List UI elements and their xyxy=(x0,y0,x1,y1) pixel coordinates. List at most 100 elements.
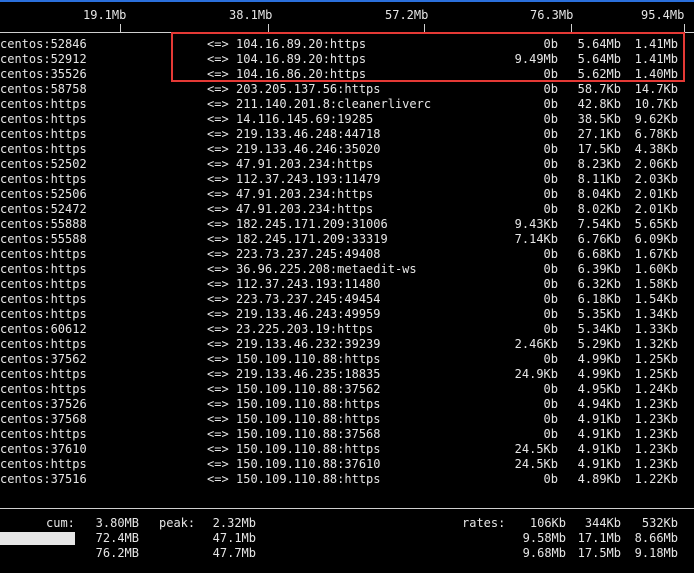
rate-40s: 1.23Kb xyxy=(634,397,678,411)
direction-arrow: <=> xyxy=(207,457,229,471)
source-host: centos:60612 xyxy=(0,322,87,336)
rate-10s: 17.1Mb xyxy=(577,531,621,545)
rate-10s: 8.02Kb xyxy=(577,202,621,216)
destination-host: 203.205.137.56:https xyxy=(236,82,381,96)
cum-value: 3.80MB xyxy=(95,516,139,530)
source-host: centos:55888 xyxy=(0,217,87,231)
rate-40s: 6.09Kb xyxy=(634,232,678,246)
rate-2s: 0b xyxy=(543,412,558,426)
rate-2s: 0b xyxy=(543,187,558,201)
destination-host: 223.73.237.245:49408 xyxy=(236,247,381,261)
rate-2s: 9.58Mb xyxy=(522,531,566,545)
rate-2s: 0b xyxy=(543,157,558,171)
cum-value: 72.4MB xyxy=(95,531,139,545)
cum-label: cum: xyxy=(46,516,75,530)
direction-arrow: <=> xyxy=(207,277,229,291)
rate-40s: 1.41Mb xyxy=(634,37,678,51)
rate-40s: 2.01Kb xyxy=(634,202,678,216)
bandwidth-scale: 19.1Mb 38.1Mb 57.2Mb 76.3Mb 95.4Mb xyxy=(0,4,694,34)
direction-arrow: <=> xyxy=(207,142,229,156)
source-host: centos:58758 xyxy=(0,82,87,96)
rate-10s: 8.11Kb xyxy=(577,172,621,186)
connection-row: centos:52472 <=> 47.91.203.234:https 0b 8.02… xyxy=(0,202,694,217)
connection-row: centos:52912 <=> 104.16.89.20:https 9.49Mb 5… xyxy=(0,52,694,67)
direction-arrow: <=> xyxy=(207,292,229,306)
rate-10s: 8.04Kb xyxy=(577,187,621,201)
rate-2s: 0b xyxy=(543,277,558,291)
connection-row: centos:60612 <=> 23.225.203.19:https 0b 5.34… xyxy=(0,322,694,337)
source-host: centos:52912 xyxy=(0,52,87,66)
connection-row: centos:55588 <=> 182.245.171.209:33319 7.14… xyxy=(0,232,694,247)
source-host: centos:https xyxy=(0,292,87,306)
connection-row: centos:37516 <=> 150.109.110.88:https 0b 4.8… xyxy=(0,472,694,487)
rate-40s: 8.66Mb xyxy=(634,531,678,545)
rate-40s: 1.67Kb xyxy=(634,247,678,261)
destination-host: 14.116.145.69:19285 xyxy=(236,112,374,126)
connection-row: centos:https <=> 223.73.237.245:49454 0b 6.1… xyxy=(0,292,694,307)
rate-40s: 1.40Mb xyxy=(634,67,678,81)
destination-host: 104.16.89.20:https xyxy=(236,37,367,51)
rates-label: rates: xyxy=(462,516,506,530)
direction-arrow: <=> xyxy=(207,442,229,456)
source-host: centos:https xyxy=(0,337,87,351)
destination-host: 150.109.110.88:https xyxy=(236,412,381,426)
rate-2s: 0b xyxy=(543,292,558,306)
rate-40s: 1.33Kb xyxy=(634,322,678,336)
direction-arrow: <=> xyxy=(207,472,229,486)
rate-10s: 6.32Kb xyxy=(577,277,621,291)
scale-label: 19.1Mb xyxy=(83,8,127,22)
direction-arrow: <=> xyxy=(207,52,229,66)
destination-host: 150.109.110.88:https xyxy=(236,397,381,411)
direction-arrow: <=> xyxy=(207,307,229,321)
rate-10s: 6.76Kb xyxy=(577,232,621,246)
connection-row: centos:https <=> 150.109.110.88:37562 0b 4.9… xyxy=(0,382,694,397)
connection-row: centos:https <=> 14.116.145.69:19285 0b 38.5… xyxy=(0,112,694,127)
scale-label: 95.4Mb xyxy=(641,8,685,22)
rate-2s: 0b xyxy=(543,307,558,321)
source-host: centos:https xyxy=(0,112,87,126)
direction-arrow: <=> xyxy=(207,37,229,51)
rate-40s: 5.65Kb xyxy=(634,217,678,231)
connection-row: centos:37568 <=> 150.109.110.88:https 0b 4.9… xyxy=(0,412,694,427)
direction-arrow: <=> xyxy=(207,127,229,141)
rate-2s: 0b xyxy=(543,82,558,96)
rate-2s: 24.5Kb xyxy=(514,442,558,456)
rate-10s: 5.35Kb xyxy=(577,307,621,321)
rate-2s: 0b xyxy=(543,202,558,216)
rate-10s: 4.91Kb xyxy=(577,412,621,426)
destination-host: 47.91.203.234:https xyxy=(236,202,374,216)
scale-axis-line xyxy=(0,32,694,33)
rate-2s: 9.43Kb xyxy=(514,217,558,231)
rate-10s: 4.95Kb xyxy=(577,382,621,396)
rate-40s: 14.7Kb xyxy=(634,82,678,96)
source-host: centos:35526 xyxy=(0,67,87,81)
destination-host: 150.109.110.88:https xyxy=(236,352,381,366)
source-host: centos:https xyxy=(0,382,87,396)
source-host: centos:https xyxy=(0,307,87,321)
connection-row: centos:37610 <=> 150.109.110.88:https 24.5K… xyxy=(0,442,694,457)
direction-arrow: <=> xyxy=(207,67,229,81)
rate-2s: 0b xyxy=(543,472,558,486)
direction-arrow: <=> xyxy=(207,382,229,396)
rate-2s: 24.5Kb xyxy=(514,457,558,471)
rate-40s: 4.38Kb xyxy=(634,142,678,156)
connection-row: centos:https <=> 150.109.110.88:37568 0b 4.9… xyxy=(0,427,694,442)
source-host: centos:37568 xyxy=(0,412,87,426)
destination-host: 211.140.201.8:cleanerliverc xyxy=(236,97,432,111)
scale-label: 76.3Mb xyxy=(530,8,574,22)
destination-host: 182.245.171.209:31006 xyxy=(236,217,388,231)
connection-row: centos:55888 <=> 182.245.171.209:31006 9.43… xyxy=(0,217,694,232)
rate-2s: 0b xyxy=(543,352,558,366)
scale-label: 38.1Mb xyxy=(229,8,273,22)
destination-host: 47.91.203.234:https xyxy=(236,157,374,171)
rate-40s: 1.60Kb xyxy=(634,262,678,276)
source-host: centos:52502 xyxy=(0,157,87,171)
source-host: centos:https xyxy=(0,247,87,261)
rate-40s: 1.23Kb xyxy=(634,412,678,426)
rate-2s: 24.9Kb xyxy=(514,367,558,381)
rate-40s: 10.7Kb xyxy=(634,97,678,111)
destination-host: 182.245.171.209:33319 xyxy=(236,232,388,246)
connection-row: centos:52846 <=> 104.16.89.20:https 0b 5.64M… xyxy=(0,37,694,52)
rate-40s: 1.54Kb xyxy=(634,292,678,306)
direction-arrow: <=> xyxy=(207,262,229,276)
